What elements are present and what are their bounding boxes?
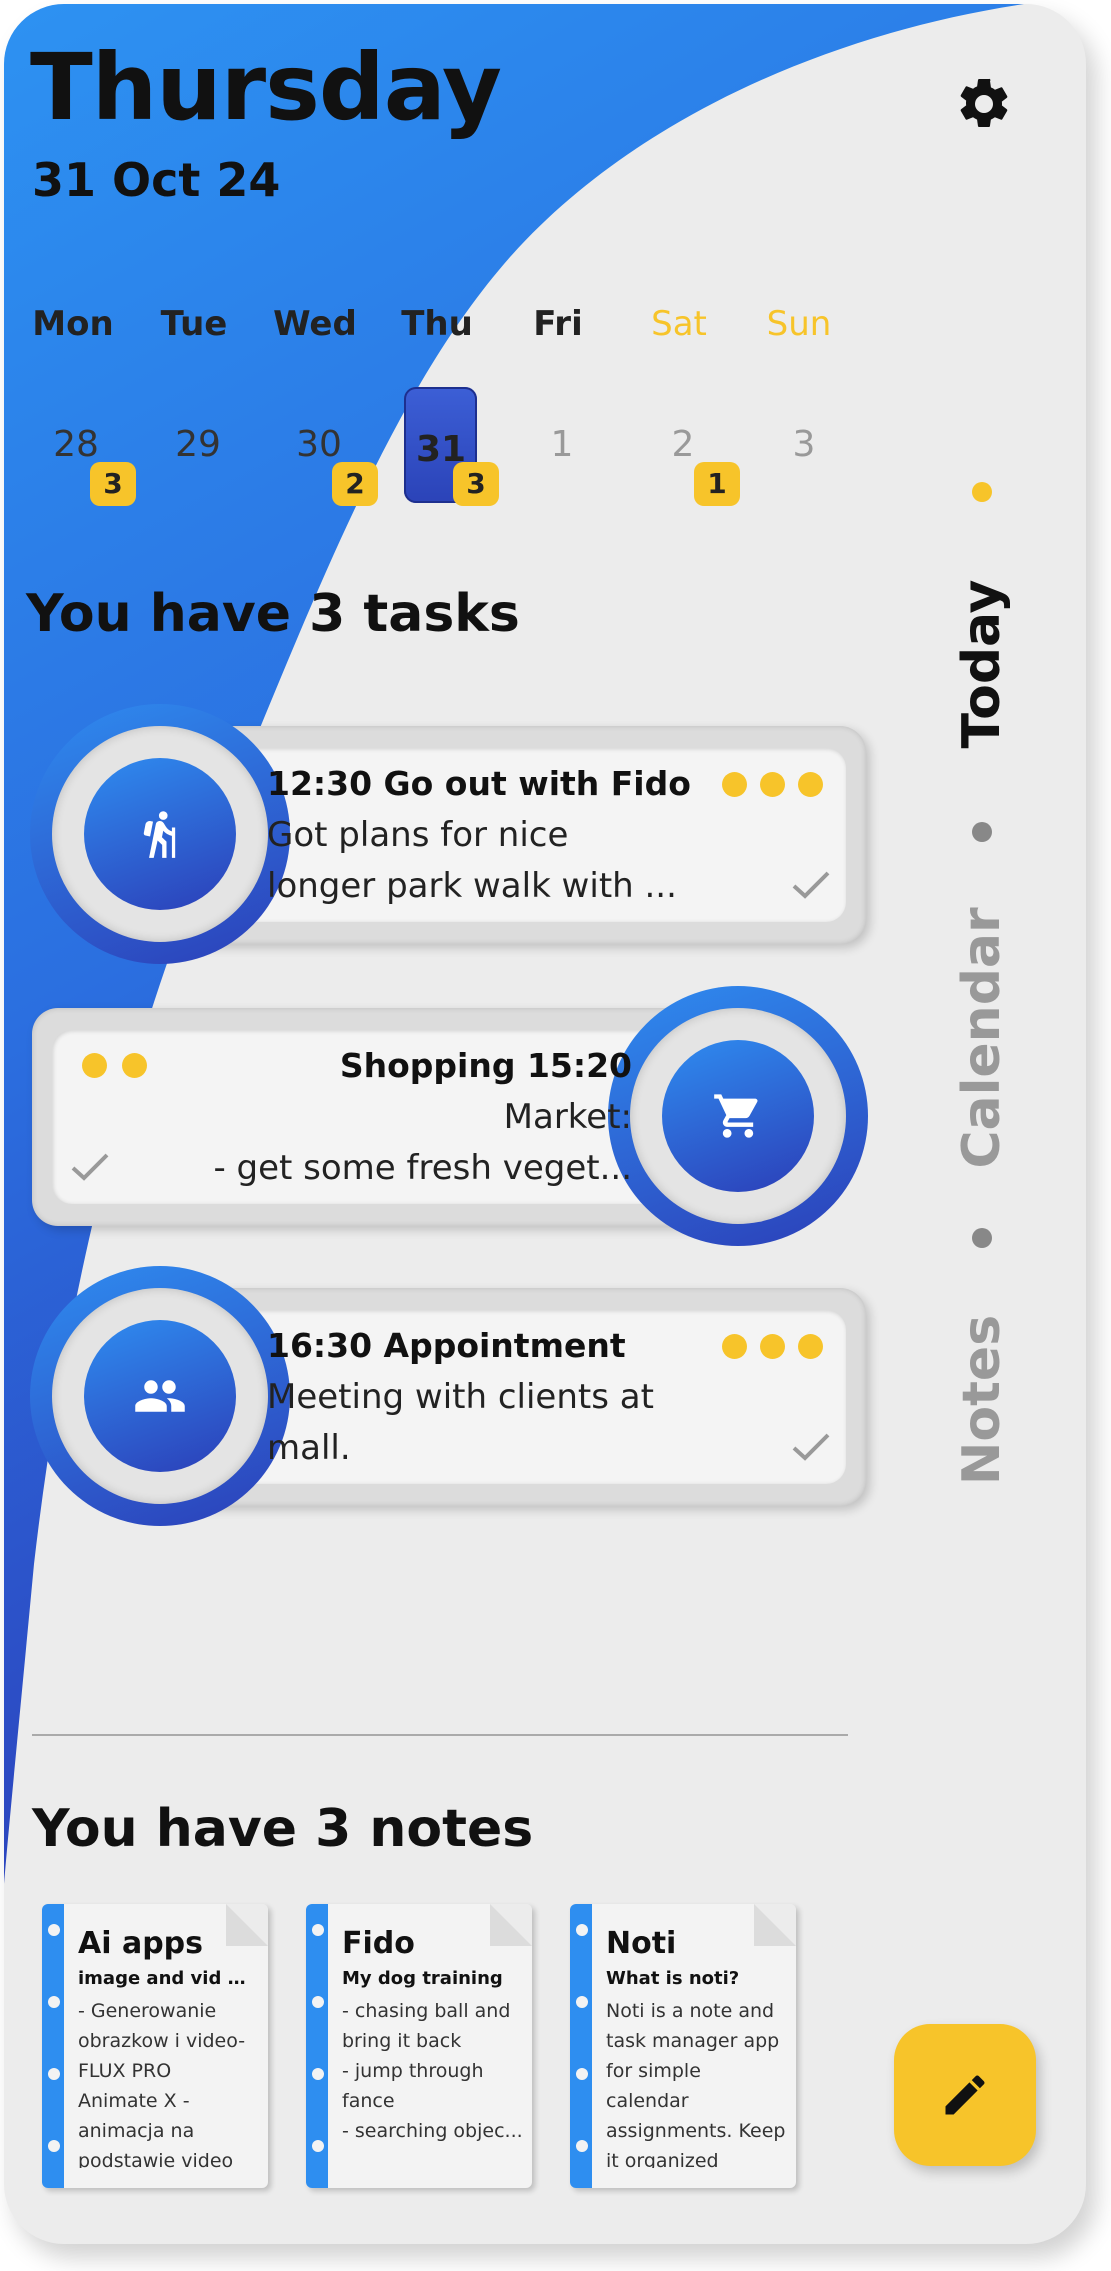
note-title: Fido — [342, 1926, 415, 1961]
note-subtitle: My dog training — [342, 1968, 503, 1989]
priority-dot — [760, 1334, 785, 1359]
pencil-icon — [945, 2075, 985, 2115]
day-name-mon: Mon — [32, 304, 114, 344]
note-body: - chasing ball and bring it back - jump … — [342, 2000, 523, 2142]
task-count-badge: 3 — [90, 462, 136, 506]
day-29[interactable]: 29 — [143, 424, 253, 465]
day-name-fri: Fri — [533, 304, 583, 344]
note-subtitle: What is noti? — [606, 1968, 740, 1989]
note-spine — [42, 1904, 64, 2188]
note-body: - Generowanie obrazkow i video- FLUX PRO… — [78, 2000, 246, 2168]
tasks-heading: You have 3 tasks — [26, 584, 520, 644]
nav-notes[interactable]: Notes — [952, 1250, 1012, 1550]
note-spine — [306, 1904, 328, 2188]
people-icon[interactable] — [84, 1320, 236, 1472]
day-1[interactable]: 1 — [507, 424, 617, 465]
day-name-sat: Sat — [651, 304, 707, 344]
priority-dot — [760, 772, 785, 797]
task-desc-line: Meeting with clients at — [267, 1377, 654, 1417]
note-card[interactable]: Fido My dog training - chasing ball and … — [306, 1904, 532, 2188]
note-title: Noti — [606, 1926, 677, 1961]
priority-dot — [722, 772, 747, 797]
day-name-tue: Tue — [160, 304, 228, 344]
note-body: Noti is a note and task manager app for … — [606, 2000, 786, 2168]
nav-separator-dot — [972, 1228, 992, 1248]
priority-dot — [722, 1334, 747, 1359]
task-desc-line: Market: — [503, 1097, 632, 1137]
note-title: Ai apps — [78, 1926, 203, 1961]
nav-calendar[interactable]: Calendar — [952, 888, 1012, 1188]
day-name-wed: Wed — [273, 304, 357, 344]
day-3[interactable]: 3 — [749, 424, 859, 465]
note-card[interactable]: Ai apps image and vid gen... - Generowan… — [42, 1904, 268, 2188]
active-indicator-dot — [972, 482, 992, 502]
day-2[interactable]: 2 — [628, 424, 738, 465]
nav-separator-dot — [972, 822, 992, 842]
hiking-icon[interactable] — [84, 758, 236, 910]
section-divider — [32, 1734, 848, 1736]
task-count-badge: 3 — [453, 462, 499, 506]
check-icon[interactable] — [791, 870, 831, 900]
task-desc-line: mall. — [267, 1428, 351, 1468]
notes-heading: You have 3 notes — [32, 1799, 534, 1859]
note-corner-fold — [226, 1904, 268, 1946]
note-card[interactable]: Noti What is noti? Noti is a note and ta… — [570, 1904, 796, 2188]
task-title: 16:30 Appointment — [267, 1326, 626, 1365]
task-count-badge: 2 — [332, 462, 378, 506]
check-icon[interactable] — [791, 1432, 831, 1462]
day-title: Thursday — [30, 34, 502, 141]
priority-dot — [798, 772, 823, 797]
cart-icon[interactable] — [662, 1040, 814, 1192]
check-icon[interactable] — [70, 1152, 110, 1182]
task-desc-line: longer park walk with ... — [267, 866, 677, 906]
day-name-sun: Sun — [766, 304, 832, 344]
task-desc-line: - get some fresh veget... — [213, 1148, 632, 1188]
priority-dot — [798, 1334, 823, 1359]
new-note-button[interactable] — [894, 2024, 1036, 2166]
task-title: 12:30 Go out with Fido — [267, 764, 691, 803]
day-30[interactable]: 30 — [264, 424, 374, 465]
priority-dot — [82, 1053, 107, 1078]
date-label: 31 Oct 24 — [32, 153, 281, 207]
day-name-thu: Thu — [401, 304, 473, 344]
task-desc-line: Got plans for nice — [267, 815, 569, 855]
note-corner-fold — [490, 1904, 532, 1946]
note-subtitle: image and vid gen... — [78, 1968, 258, 1989]
settings-gear-icon[interactable] — [954, 74, 1014, 134]
task-count-badge: 1 — [694, 462, 740, 506]
note-spine — [570, 1904, 592, 2188]
task-title: Shopping 15:20 — [339, 1046, 632, 1085]
note-corner-fold — [754, 1904, 796, 1946]
nav-today[interactable]: Today — [952, 514, 1012, 814]
priority-dot — [122, 1053, 147, 1078]
day-28[interactable]: 28 — [21, 424, 131, 465]
app-screen: Thursday 31 Oct 24 Mon Tue Wed Thu Fri S… — [4, 4, 1086, 2244]
